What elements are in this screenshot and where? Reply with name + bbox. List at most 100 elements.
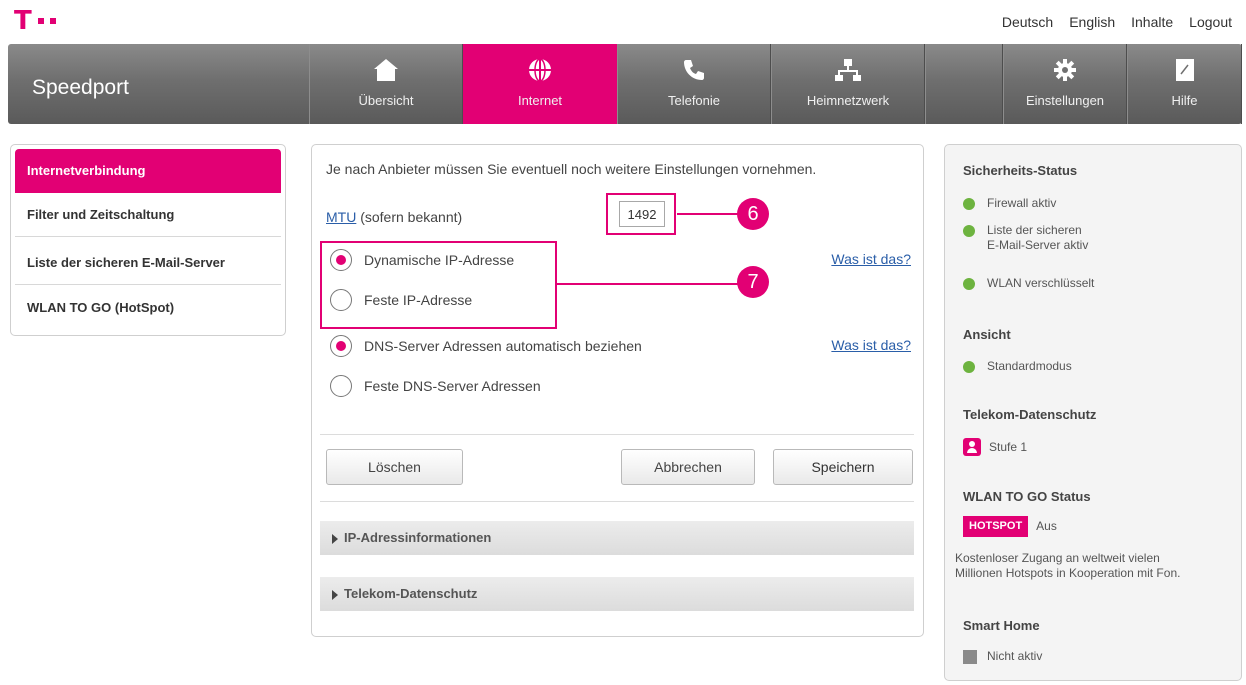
logo-dot bbox=[37, 18, 44, 24]
accordion-label: IP-Adressinformationen bbox=[344, 530, 492, 545]
nav-hilfe[interactable]: Hilfe bbox=[1127, 44, 1242, 124]
intro-text: Je nach Anbieter müssen Sie eventuell no… bbox=[326, 161, 817, 177]
status-firewall: Firewall aktiv bbox=[963, 196, 1056, 211]
radio-dynamic-ip[interactable]: Dynamische IP-Adresse bbox=[330, 247, 514, 273]
status-text: WLAN verschlüsselt bbox=[987, 276, 1095, 290]
nav-spacer bbox=[925, 44, 1003, 124]
help-link-dns[interactable]: Was ist das? bbox=[831, 337, 911, 353]
nav-label: Heimnetzwerk bbox=[806, 93, 890, 108]
mtu-suffix: (sofern bekannt) bbox=[356, 209, 463, 225]
description-text: Kostenloser Zugang an weltweit vielen Mil… bbox=[955, 551, 1180, 581]
status-text: Stufe 1 bbox=[989, 440, 1028, 454]
status-text: Standardmodus bbox=[987, 359, 1072, 373]
status-ok-icon bbox=[963, 278, 975, 290]
radio-label: DNS-Server Adressen automatisch beziehen bbox=[364, 338, 642, 354]
radio-button[interactable] bbox=[330, 289, 352, 311]
radio-label: Feste DNS-Server Adressen bbox=[364, 378, 541, 394]
radio-label: Feste IP-Adresse bbox=[364, 292, 473, 308]
callout-line-6 bbox=[677, 213, 739, 215]
security-heading: Sicherheits-Status bbox=[963, 163, 1078, 178]
logo-dot bbox=[49, 18, 56, 24]
nav-label: Hilfe bbox=[1171, 93, 1198, 108]
top-links: Deutsch English Inhalte Logout bbox=[1002, 14, 1232, 30]
radio-button[interactable] bbox=[330, 375, 352, 397]
status-hotspot: HOTSPOT Aus bbox=[963, 516, 1057, 537]
nav-label: Telefonie bbox=[667, 93, 721, 108]
status-privacy: Stufe 1 bbox=[963, 438, 1027, 456]
radio-button[interactable] bbox=[330, 335, 352, 357]
mtu-label: MTU (sofern bekannt) bbox=[326, 209, 462, 225]
status-text-line: Liste der sicheren bbox=[987, 223, 1082, 237]
status-text: Nicht aktiv bbox=[987, 649, 1043, 663]
callout-line-7 bbox=[557, 283, 739, 285]
cancel-button[interactable]: Abbrechen bbox=[621, 449, 755, 485]
telekom-logo[interactable]: T bbox=[14, 8, 56, 34]
nav-heimnetzwerk[interactable]: Heimnetzwerk bbox=[771, 44, 925, 124]
callout-6: 6 bbox=[737, 198, 769, 230]
sidebar-item-internetverbindung[interactable]: Internetverbindung bbox=[15, 149, 281, 193]
triangle-right-icon bbox=[332, 533, 338, 544]
save-button[interactable]: Speichern bbox=[773, 449, 913, 485]
accordion-datenschutz[interactable]: Telekom-Datenschutz bbox=[320, 577, 914, 611]
nav-einstellungen[interactable]: Einstellungen bbox=[1003, 44, 1127, 124]
link-deutsch[interactable]: Deutsch bbox=[1002, 14, 1053, 30]
status-text-line: E-Mail-Server aktiv bbox=[987, 238, 1089, 252]
logo-letter: T bbox=[14, 6, 32, 36]
globe-icon bbox=[464, 58, 616, 82]
status-wlan: WLAN verschlüsselt bbox=[963, 276, 1094, 291]
radio-dns-auto[interactable]: DNS-Server Adressen automatisch beziehen bbox=[330, 333, 642, 359]
status-smart-home: Nicht aktiv bbox=[963, 649, 1042, 664]
nav-label: Übersicht bbox=[358, 93, 414, 108]
sidebar-item-email-server[interactable]: Liste der sicheren E-Mail-Server bbox=[15, 241, 281, 285]
triangle-right-icon bbox=[332, 589, 338, 600]
smart-home-icon bbox=[963, 650, 977, 664]
gear-icon bbox=[1004, 58, 1126, 82]
status-text: Liste der sicheren E-Mail-Server aktiv bbox=[987, 223, 1088, 253]
mtu-link[interactable]: MTU bbox=[326, 209, 356, 225]
home-icon bbox=[310, 58, 462, 82]
sidebar-item-wlan-to-go[interactable]: WLAN TO GO (HotSpot) bbox=[15, 286, 281, 330]
status-panel: Sicherheits-Status Firewall aktiv Liste … bbox=[944, 144, 1242, 681]
divider bbox=[320, 434, 914, 435]
radio-button[interactable] bbox=[330, 249, 352, 271]
status-view-mode: Standardmodus bbox=[963, 359, 1072, 374]
privacy-heading: Telekom-Datenschutz bbox=[963, 407, 1097, 422]
view-heading: Ansicht bbox=[963, 327, 1011, 342]
divider bbox=[320, 501, 914, 502]
status-email-server: Liste der sicheren E-Mail-Server aktiv bbox=[963, 223, 1088, 253]
nav-telefonie[interactable]: Telefonie bbox=[617, 44, 771, 124]
side-menu: Internetverbindung Filter und Zeitschalt… bbox=[10, 144, 286, 336]
help-link-ip[interactable]: Was ist das? bbox=[831, 251, 911, 267]
accordion-label: Telekom-Datenschutz bbox=[344, 586, 478, 601]
sidebar-item-filter[interactable]: Filter und Zeitschaltung bbox=[15, 193, 281, 237]
link-english[interactable]: English bbox=[1069, 14, 1115, 30]
brand-title: Speedport bbox=[32, 76, 129, 99]
wlan-to-go-description: Kostenloser Zugang an weltweit vielen Mil… bbox=[955, 551, 1180, 581]
accordion-ip-info[interactable]: IP-Adressinformationen bbox=[320, 521, 914, 555]
radio-label: Dynamische IP-Adresse bbox=[364, 252, 515, 268]
wlan-to-go-heading: WLAN TO GO Status bbox=[963, 489, 1091, 504]
radio-dns-static[interactable]: Feste DNS-Server Adressen bbox=[330, 373, 541, 399]
description-line: Millionen Hotspots in Kooperation mit Fo… bbox=[955, 566, 1181, 580]
nav-label: Einstellungen bbox=[1025, 93, 1105, 108]
link-inhalte[interactable]: Inhalte bbox=[1131, 14, 1173, 30]
link-logout[interactable]: Logout bbox=[1189, 14, 1232, 30]
main-nav: Speedport Übersicht Internet Telefonie H… bbox=[8, 44, 1242, 124]
radio-static-ip[interactable]: Feste IP-Adresse bbox=[330, 287, 472, 313]
status-text: Firewall aktiv bbox=[987, 196, 1057, 210]
privacy-person-icon bbox=[963, 438, 981, 456]
description-line: Kostenloser Zugang an weltweit vielen bbox=[955, 551, 1160, 565]
status-ok-icon bbox=[963, 225, 975, 237]
hotspot-badge: HOTSPOT bbox=[963, 516, 1029, 537]
mtu-input[interactable] bbox=[619, 201, 665, 227]
main-panel: Je nach Anbieter müssen Sie eventuell no… bbox=[311, 144, 924, 637]
nav-label: Internet bbox=[517, 93, 563, 108]
nav-uebersicht[interactable]: Übersicht bbox=[309, 44, 463, 124]
network-icon bbox=[772, 58, 924, 82]
nav-internet[interactable]: Internet bbox=[463, 44, 617, 124]
status-ok-icon bbox=[963, 361, 975, 373]
help-book-icon bbox=[1128, 58, 1241, 82]
delete-button[interactable]: Löschen bbox=[326, 449, 463, 485]
status-ok-icon bbox=[963, 198, 975, 210]
smart-home-heading: Smart Home bbox=[963, 618, 1040, 633]
